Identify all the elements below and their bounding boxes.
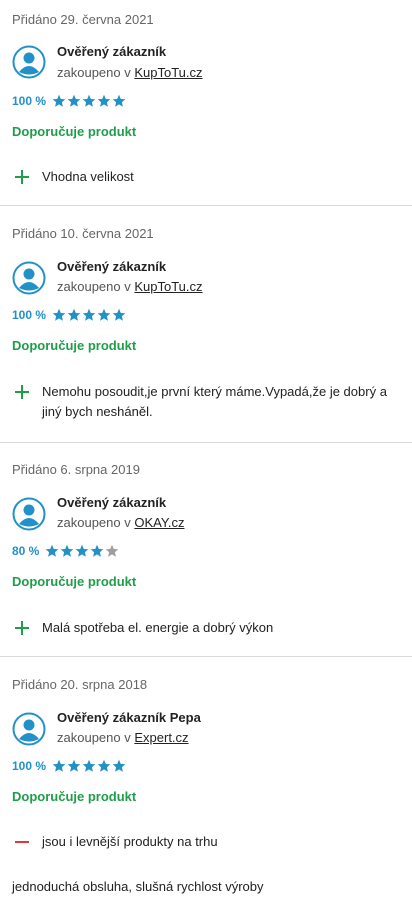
shop-link[interactable]: OKAY.cz	[134, 515, 184, 530]
pro-text: Nemohu posoudit,je první který máme.Vypa…	[42, 384, 387, 419]
star-filled-icon	[76, 544, 89, 557]
review-card: Přidáno 20. srpna 2018 Ověřený zákazník …	[0, 657, 412, 904]
con-item: jsou i levnější produkty na trhu	[12, 832, 402, 852]
review-card: Přidáno 10. června 2021 Ověřený zákazník…	[0, 206, 412, 443]
purchase-prefix: zakoupeno v	[57, 65, 131, 80]
star-filled-icon	[52, 759, 66, 772]
purchase-info: zakoupeno v Expert.cz	[57, 730, 189, 745]
star-filled-icon	[91, 544, 104, 557]
star-filled-icon	[112, 759, 126, 772]
recommend-label: Doporučuje produkt	[12, 338, 137, 353]
con-text: jsou i levnější produkty na trhu	[42, 834, 218, 849]
star-filled-icon	[46, 544, 59, 557]
star-filled-icon	[97, 308, 111, 321]
review-date: Přidáno 10. června 2021	[12, 226, 154, 241]
shop-link[interactable]: KupToTu.cz	[134, 279, 202, 294]
pro-text: Vhodna velikost	[42, 169, 134, 184]
reviewer-name: Ověřený zákazník	[57, 259, 167, 274]
purchase-info: zakoupeno v OKAY.cz	[57, 515, 184, 530]
user-avatar-icon	[12, 261, 46, 295]
star-filled-icon	[67, 308, 81, 321]
review-comment: jednoduchá obsluha, slušná rychlost výro…	[12, 879, 264, 894]
reviewer-name: Ověřený zákazník	[57, 44, 167, 59]
star-empty-icon	[106, 544, 119, 557]
rating: 80 %	[12, 544, 119, 558]
pro-item: Malá spotřeba el. energie a dobrý výkon	[12, 618, 402, 638]
plus-icon	[12, 167, 42, 187]
purchase-prefix: zakoupeno v	[57, 515, 131, 530]
reviewer-name: Ověřený zákazník Pepa	[57, 710, 201, 725]
star-filled-icon	[67, 94, 81, 107]
pro-item: Nemohu posoudit,je první který máme.Vypa…	[12, 382, 402, 422]
plus-icon	[12, 618, 42, 638]
user-avatar-icon	[12, 45, 46, 79]
star-filled-icon	[67, 759, 81, 772]
recommend-label: Doporučuje produkt	[12, 124, 137, 139]
star-filled-icon	[61, 544, 74, 557]
rating-percent: 100 %	[12, 94, 47, 108]
rating-percent: 80 %	[12, 544, 40, 558]
star-filled-icon	[82, 94, 96, 107]
star-filled-icon	[112, 308, 126, 321]
purchase-prefix: zakoupeno v	[57, 730, 131, 745]
purchase-prefix: zakoupeno v	[57, 279, 131, 294]
star-filled-icon	[82, 759, 96, 772]
pro-text: Malá spotřeba el. energie a dobrý výkon	[42, 620, 274, 635]
rating: 100 %	[12, 308, 126, 322]
star-filled-icon	[97, 759, 111, 772]
star-rating	[52, 759, 126, 773]
minus-icon	[12, 832, 42, 852]
shop-link[interactable]: Expert.cz	[134, 730, 188, 745]
recommend-label: Doporučuje produkt	[12, 789, 137, 804]
rating: 100 %	[12, 94, 126, 108]
rating-percent: 100 %	[12, 759, 47, 773]
recommend-label: Doporučuje produkt	[12, 574, 137, 589]
pro-item: Vhodna velikost	[12, 167, 402, 187]
star-rating	[52, 94, 126, 108]
review-date: Přidáno 6. srpna 2019	[12, 462, 140, 477]
star-rating	[52, 308, 126, 322]
review-date: Přidáno 29. června 2021	[12, 12, 154, 27]
star-filled-icon	[82, 308, 96, 321]
rating-percent: 100 %	[12, 308, 47, 322]
rating: 100 %	[12, 759, 126, 773]
plus-icon	[12, 382, 42, 402]
review-card: Přidáno 6. srpna 2019 Ověřený zákazník z…	[0, 443, 412, 657]
star-filled-icon	[52, 94, 66, 107]
user-avatar-icon	[12, 497, 46, 531]
review-date: Přidáno 20. srpna 2018	[12, 677, 148, 692]
star-filled-icon	[97, 94, 111, 107]
star-rating	[45, 544, 119, 558]
star-filled-icon	[52, 308, 66, 321]
user-avatar-icon	[12, 712, 46, 746]
purchase-info: zakoupeno v KupToTu.cz	[57, 65, 203, 80]
reviewer-name: Ověřený zákazník	[57, 495, 167, 510]
shop-link[interactable]: KupToTu.cz	[134, 65, 202, 80]
purchase-info: zakoupeno v KupToTu.cz	[57, 279, 203, 294]
star-filled-icon	[112, 94, 126, 107]
review-card: Přidáno 29. června 2021 Ověřený zákazník…	[0, 0, 412, 206]
